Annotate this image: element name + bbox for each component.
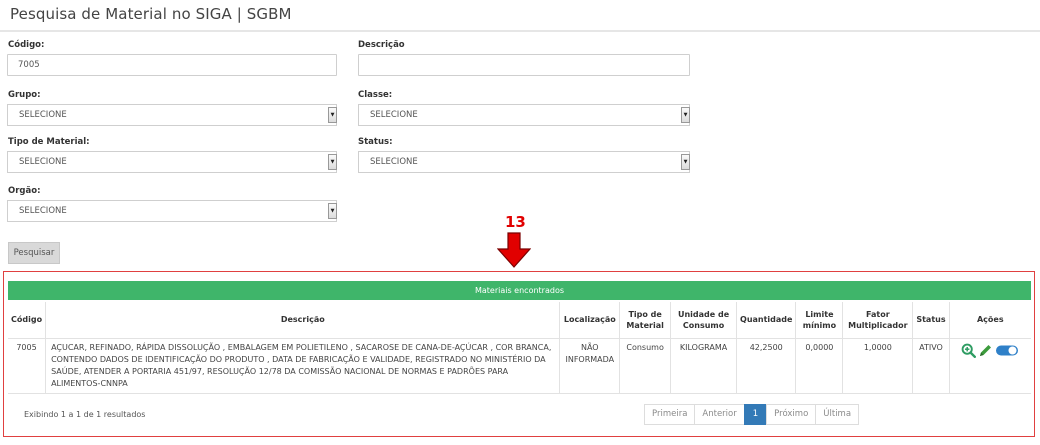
orgao-label: Orgão: xyxy=(8,186,41,196)
column-header-tipo-material[interactable]: Tipo de Material xyxy=(619,302,672,339)
dropdown-arrow-icon[interactable]: ▼ xyxy=(681,107,690,123)
pagination-first[interactable]: Primeira xyxy=(644,404,696,425)
table-header-row: Código Descrição Localização Tipo de Mat… xyxy=(8,302,1031,339)
pagination: Primeira Anterior 1 Próximo Última xyxy=(644,404,860,425)
column-header-fator-multiplicador[interactable]: Fator Multiplicador xyxy=(842,302,914,339)
cell-unidade-consumo: KILOGRAMA xyxy=(670,338,738,394)
column-header-unidade-consumo[interactable]: Unidade de Consumo xyxy=(670,302,738,339)
column-header-localizacao[interactable]: Localização xyxy=(559,302,621,339)
dropdown-arrow-icon[interactable]: ▼ xyxy=(681,154,690,170)
status-select-value: SELECIONE xyxy=(370,157,418,167)
cell-fator-multiplicador: 1,0000 xyxy=(842,338,914,394)
tipo-material-label: Tipo de Material: xyxy=(8,137,90,147)
page-title: Pesquisa de Material no SIGA | SGBM xyxy=(10,5,292,23)
pagination-last[interactable]: Última xyxy=(815,404,860,425)
cell-quantidade: 42,2500 xyxy=(736,338,797,394)
codigo-input[interactable]: 7005 xyxy=(7,54,337,76)
cell-descricao: AÇUCAR, REFINADO, RÁPIDA DISSOLUÇÃO , EM… xyxy=(45,338,561,394)
tipo-material-select[interactable]: SELECIONE ▼ xyxy=(7,151,337,173)
classe-select-value: SELECIONE xyxy=(370,110,418,120)
table-row: 7005 AÇUCAR, REFINADO, RÁPIDA DISSOLUÇÃO… xyxy=(8,338,1031,394)
grupo-select-value: SELECIONE xyxy=(19,110,67,120)
annotation-number: 13 xyxy=(505,213,526,231)
pagination-current-page[interactable]: 1 xyxy=(743,404,768,425)
results-summary: Exibindo 1 a 1 de 1 resultados xyxy=(24,410,146,419)
results-table: Código Descrição Localização Tipo de Mat… xyxy=(8,302,1031,394)
cell-codigo: 7005 xyxy=(8,338,47,394)
dropdown-arrow-icon[interactable]: ▼ xyxy=(328,203,337,219)
pagination-prev[interactable]: Anterior xyxy=(694,404,745,425)
column-header-quantidade[interactable]: Quantidade xyxy=(736,302,797,339)
status-label: Status: xyxy=(358,137,393,147)
codigo-label: Código: xyxy=(8,40,45,50)
cell-acoes xyxy=(949,338,1031,394)
toggle-switch-icon[interactable] xyxy=(995,344,1019,357)
cell-limite-minimo: 0,0000 xyxy=(795,338,844,394)
orgao-select[interactable]: SELECIONE ▼ xyxy=(7,200,337,222)
descricao-label: Descrição xyxy=(358,40,405,50)
column-header-descricao[interactable]: Descrição xyxy=(45,302,561,339)
cell-status: ATIVO xyxy=(912,338,950,394)
grupo-select[interactable]: SELECIONE ▼ xyxy=(7,104,337,126)
tipo-material-select-value: SELECIONE xyxy=(19,157,67,167)
annotation-down-arrow-icon xyxy=(497,232,531,268)
title-divider xyxy=(0,30,1040,32)
zoom-in-icon[interactable] xyxy=(961,343,977,358)
results-header: Materiais encontrados xyxy=(8,281,1031,300)
cell-tipo-material: Consumo xyxy=(619,338,672,394)
status-select[interactable]: SELECIONE ▼ xyxy=(358,151,690,173)
cell-localizacao: NÃO INFORMADA xyxy=(559,338,621,394)
descricao-input[interactable] xyxy=(358,54,690,76)
dropdown-arrow-icon[interactable]: ▼ xyxy=(328,154,337,170)
classe-select[interactable]: SELECIONE ▼ xyxy=(358,104,690,126)
grupo-label: Grupo: xyxy=(8,90,41,100)
column-header-limite-minimo[interactable]: Limite mínimo xyxy=(795,302,844,339)
orgao-select-value: SELECIONE xyxy=(19,206,67,216)
pesquisar-button[interactable]: Pesquisar xyxy=(8,242,60,264)
pagination-next[interactable]: Próximo xyxy=(766,404,817,425)
column-header-codigo[interactable]: Código xyxy=(8,302,47,339)
edit-pencil-icon[interactable] xyxy=(978,343,993,358)
column-header-acoes: Ações xyxy=(949,302,1031,339)
column-header-status[interactable]: Status xyxy=(912,302,950,339)
classe-label: Classe: xyxy=(358,90,393,100)
dropdown-arrow-icon[interactable]: ▼ xyxy=(328,107,337,123)
